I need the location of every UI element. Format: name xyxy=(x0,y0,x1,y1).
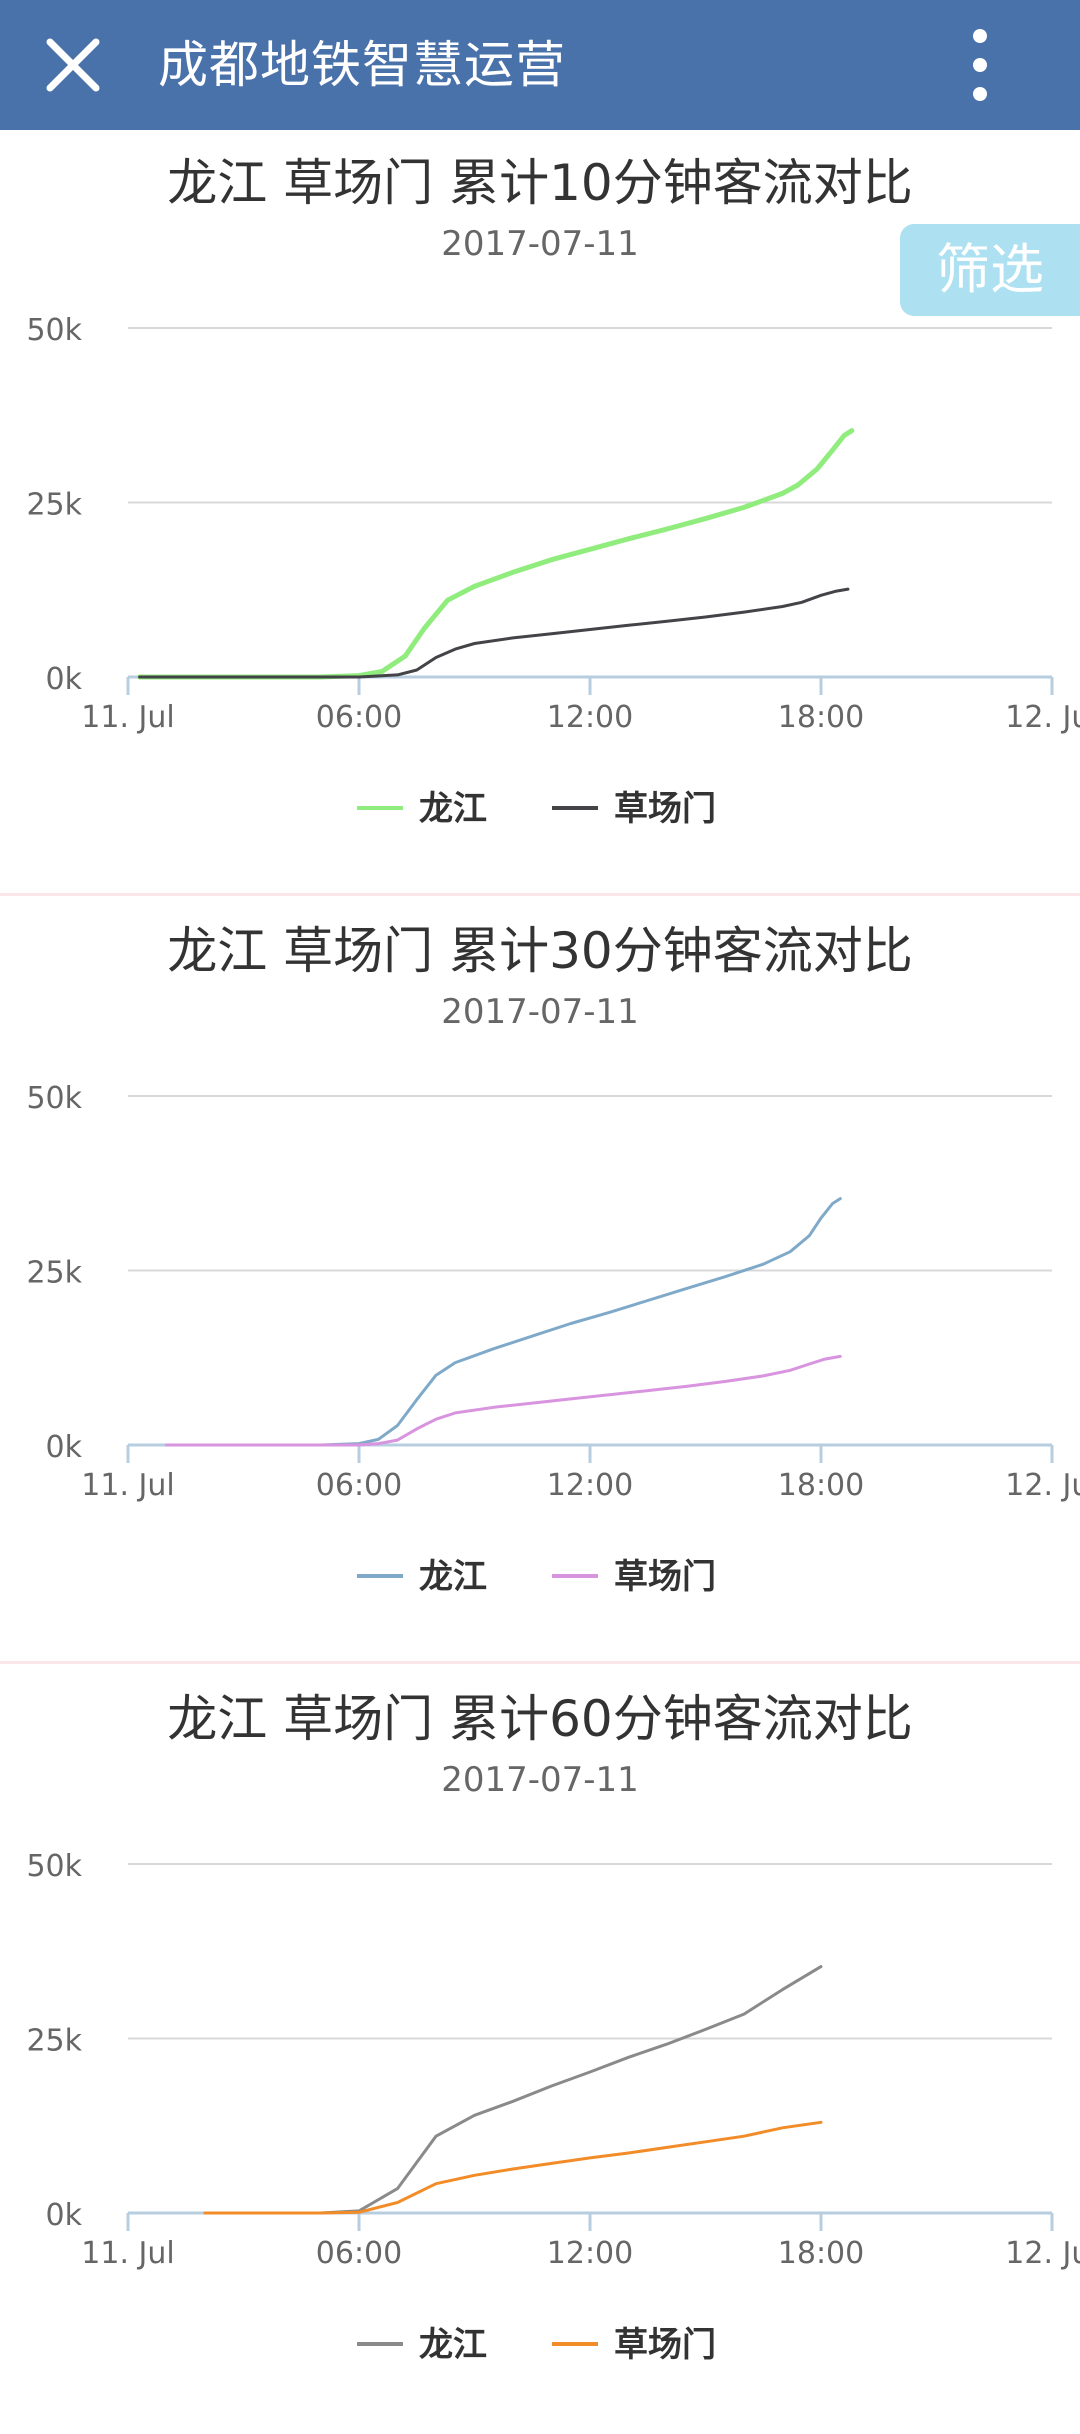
legend-label: 草场门 xyxy=(614,789,716,829)
x-tick-label: 18:00 xyxy=(778,1468,864,1503)
close-button[interactable] xyxy=(38,30,108,100)
x-tick-label: 06:00 xyxy=(316,2236,402,2271)
section-divider xyxy=(0,893,1080,896)
close-icon xyxy=(46,38,100,92)
x-tick-label: 11. Jul xyxy=(81,1468,174,1503)
x-tick-label: 06:00 xyxy=(316,700,402,735)
app-title: 成都地铁智慧运营 xyxy=(158,36,566,94)
legend-label: 龙江 xyxy=(419,789,487,829)
y-tick-label: 50k xyxy=(26,1849,82,1884)
chart-title: 龙江 草场门 累计10分钟客流对比 xyxy=(167,154,912,212)
series-line[interactable] xyxy=(203,1965,823,2215)
y-tick-label: 25k xyxy=(26,488,82,523)
x-tick-label: 06:00 xyxy=(316,1468,402,1503)
chart-subtitle: 2017-07-11 xyxy=(441,1760,639,1800)
chart-60min: 龙江 草场门 累计60分钟客流对比 2017-07-11 0k 25k 50k 11. J… xyxy=(26,1690,1080,2365)
series-line[interactable] xyxy=(203,2120,823,2215)
filter-button[interactable]: 筛选 xyxy=(900,224,1080,316)
y-tick-label: 50k xyxy=(26,313,82,348)
x-tick-label: 11. Jul xyxy=(81,700,174,735)
x-tick-label: 12:00 xyxy=(547,1468,633,1503)
x-tick-label: 12. Jul xyxy=(1005,700,1080,735)
app-bar: 成都地铁智慧运营 xyxy=(0,0,1080,130)
legend-item[interactable]: 草场门 xyxy=(552,2325,716,2365)
y-tick-label: 25k xyxy=(26,2024,82,2059)
legend-label: 龙江 xyxy=(419,1557,487,1597)
x-tick-label: 18:00 xyxy=(778,2236,864,2271)
more-vert-icon xyxy=(973,29,987,101)
chart-title: 龙江 草场门 累计60分钟客流对比 xyxy=(167,1690,912,1748)
legend-item[interactable]: 龙江 xyxy=(357,1557,487,1597)
chart-30min: 龙江 草场门 累计30分钟客流对比 2017-07-11 0k 25k 50k 11. J… xyxy=(26,922,1080,1597)
chart-panel-60min: 龙江 草场门 累计60分钟客流对比 2017-07-11 0k 25k 50k 11. J… xyxy=(0,1666,1080,2434)
y-tick-label: 0k xyxy=(46,2198,83,2233)
y-tick-label: 0k xyxy=(46,1430,83,1465)
chart-panel-30min: 龙江 草场门 累计30分钟客流对比 2017-07-11 0k 25k 50k 11. J… xyxy=(0,898,1080,1666)
legend-label: 草场门 xyxy=(614,1557,716,1597)
series-line[interactable] xyxy=(165,1197,842,1447)
y-tick-label: 25k xyxy=(26,1256,82,1291)
x-tick-label: 12:00 xyxy=(547,700,633,735)
legend-label: 龙江 xyxy=(419,2325,487,2365)
legend-item[interactable]: 龙江 xyxy=(357,2325,487,2365)
x-tick-label: 18:00 xyxy=(778,700,864,735)
chart-subtitle: 2017-07-11 xyxy=(441,224,639,264)
x-tick-label: 12. Jul xyxy=(1005,1468,1080,1503)
more-button[interactable] xyxy=(950,22,1010,108)
legend-item[interactable]: 草场门 xyxy=(552,789,716,829)
series-line[interactable] xyxy=(138,587,850,679)
section-divider xyxy=(0,1661,1080,1664)
legend-item[interactable]: 草场门 xyxy=(552,1557,716,1597)
legend-label: 草场门 xyxy=(614,2325,716,2365)
chart-subtitle: 2017-07-11 xyxy=(441,992,639,1032)
x-tick-label: 11. Jul xyxy=(81,2236,174,2271)
x-tick-label: 12. Jul xyxy=(1005,2236,1080,2271)
y-tick-label: 0k xyxy=(46,662,83,697)
series-line[interactable] xyxy=(165,1354,842,1447)
legend-item[interactable]: 龙江 xyxy=(357,789,487,829)
y-tick-label: 50k xyxy=(26,1081,82,1116)
x-tick-label: 12:00 xyxy=(547,2236,633,2271)
chart-title: 龙江 草场门 累计30分钟客流对比 xyxy=(167,922,912,980)
